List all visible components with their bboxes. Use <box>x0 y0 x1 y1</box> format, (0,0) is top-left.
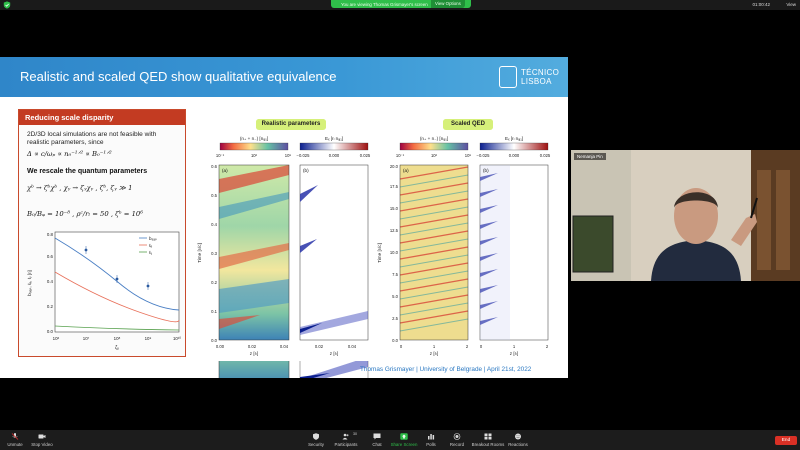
scaled-ytick: 17.5 <box>390 184 399 189</box>
scaled-ylabel: Time [rₗ/c] <box>377 243 382 263</box>
participant-video[interactable] <box>571 150 800 281</box>
video-camera-icon <box>38 434 46 439</box>
realistic-ytick: 0.0 <box>211 338 217 343</box>
participants-label: Participants <box>334 442 358 447</box>
realistic-ytick: 0.4 <box>211 222 217 227</box>
microphone-muted-icon <box>11 433 19 440</box>
realistic-field-colorbar <box>299 142 369 151</box>
scaled-density-colorbar <box>399 142 469 151</box>
scaled-cb-left-tick: 10⁵ <box>465 153 472 158</box>
record-label: Record <box>449 442 465 447</box>
scaled-cb-right-tick: −0.025 <box>477 153 491 158</box>
scaled-ytick: 20.0 <box>390 164 399 169</box>
top-bar: You are viewing Thomas Grismayer's scree… <box>0 0 800 10</box>
realistic-panel-b: (b) <box>303 168 309 173</box>
scaled-panel-a: (a) <box>403 168 409 173</box>
scaled-panel-b: (b) <box>483 168 489 173</box>
realistic-cb-right-title: Eₓ [rₗ nᵩ₁] <box>325 136 343 141</box>
realistic-xtick: 0.04 <box>280 344 289 349</box>
video-feed <box>571 150 800 281</box>
share-screen-icon <box>400 433 408 440</box>
slide-footer: Thomas Grismayer | University of Belgrad… <box>360 366 532 373</box>
scaled-density-panel: (a) <box>399 164 469 341</box>
realistic-ytick: 0.3 <box>211 251 217 256</box>
scaled-ytick: 0.0 <box>392 338 398 343</box>
polls-icon <box>428 434 435 440</box>
unmute-label: Unmute <box>7 442 23 447</box>
scaled-field-panel: (b) <box>479 164 549 341</box>
figure-overlay: (n₊ + n₋) [nᵩ₁] 10⁻¹ 10² 10⁵ Eₓ [rₗ nᵩ₁]… <box>195 129 565 361</box>
realistic-cb-left-tick: 10⁵ <box>285 153 292 158</box>
chat-label: Chat <box>372 442 382 447</box>
scaled-ytick: 2.5 <box>392 316 398 321</box>
realistic-cb-left-title: (n₊ + n₋) [nᵩ₁] <box>240 136 268 141</box>
breakout-rooms-icon <box>484 433 492 440</box>
share-message: You are viewing Thomas Grismayer's scree… <box>341 1 428 7</box>
realistic-cb-right-tick: 0.025 <box>360 153 371 158</box>
realistic-ytick: 0.2 <box>211 280 217 285</box>
realistic-ytick: 0.5 <box>211 193 217 198</box>
view-button[interactable]: View <box>786 2 796 7</box>
scaled-cb-left-tick: 10² <box>431 153 438 158</box>
reactions-label: Reactions <box>508 442 528 447</box>
scaled-ytick: 10.0 <box>390 250 399 255</box>
shield-icon[interactable] <box>3 1 11 9</box>
scaled-qed-pill: Scaled QED <box>443 119 493 130</box>
screen-share-banner: You are viewing Thomas Grismayer's scree… <box>331 0 471 8</box>
realistic-cb-right-tick: 0.000 <box>329 153 340 158</box>
scaled-ytick: 7.5 <box>392 272 398 277</box>
realistic-cb-left-tick: 10⁻¹ <box>216 153 225 158</box>
smiley-reactions-icon <box>515 433 521 440</box>
scaled-cb-left-tick: 10⁻¹ <box>396 153 405 158</box>
realistic-panel-a: (a) <box>222 168 228 173</box>
realistic-xtick: 0.00 <box>216 344 225 349</box>
polls-label: Polls <box>426 442 436 447</box>
realistic-ytick: 0.6 <box>211 164 217 169</box>
scaled-cb-left-title: (n₊ + n₋) [nᵩ₁] <box>420 136 448 141</box>
realistic-xlabel-a: z [rₗ] <box>250 351 258 356</box>
stop-video-button[interactable]: Stop Video <box>22 433 62 447</box>
scaled-ytick: 15.0 <box>390 206 399 211</box>
shield-security-icon <box>313 433 319 440</box>
realistic-field-panel: (b) <box>299 164 369 341</box>
scaled-cb-right-title: Eₓ [rₗ nᵩ₁] <box>505 136 523 141</box>
realistic-xtick: 0.02 <box>248 344 257 349</box>
view-options-button[interactable]: View Options <box>431 0 465 8</box>
reactions-button[interactable]: Reactions <box>498 433 538 447</box>
security-label: Security <box>308 442 324 447</box>
realistic-xtick: 0.04 <box>348 344 357 349</box>
scaled-xlabel-a: z [rₗ] <box>430 351 438 356</box>
meeting-clock: 01:00:42 <box>752 2 770 7</box>
realistic-xtick: 0.02 <box>315 344 324 349</box>
scaled-field-colorbar <box>479 142 549 151</box>
realistic-density-colorbar <box>219 142 289 151</box>
scaled-cb-right-tick: 0.000 <box>509 153 520 158</box>
end-meeting-button[interactable]: End <box>775 436 797 445</box>
participants-icon <box>342 433 349 440</box>
scaled-ytick: 5.0 <box>392 294 398 299</box>
realistic-density-panel: (a) <box>218 164 290 341</box>
realistic-cb-right-tick: −0.025 <box>297 153 311 158</box>
realistic-ylabel: Time [rₗ/c] <box>197 243 202 263</box>
realistic-xlabel-b: z [rₗ] <box>330 351 338 356</box>
realistic-ytick: 0.1 <box>211 309 217 314</box>
record-icon <box>453 433 461 440</box>
realistic-cb-left-tick: 10² <box>251 153 258 158</box>
scaled-xlabel-b: z [rₗ] <box>510 351 518 356</box>
chat-icon <box>373 433 381 440</box>
stop-video-label: Stop Video <box>31 442 53 447</box>
participant-name: Nemanja Pin <box>574 153 606 160</box>
realistic-parameters-pill: Realistic parameters <box>256 119 326 130</box>
zoom-window: You are viewing Thomas Grismayer's scree… <box>0 0 800 450</box>
scaled-cb-right-tick: 0.025 <box>540 153 551 158</box>
scaled-ytick: 12.5 <box>390 228 399 233</box>
